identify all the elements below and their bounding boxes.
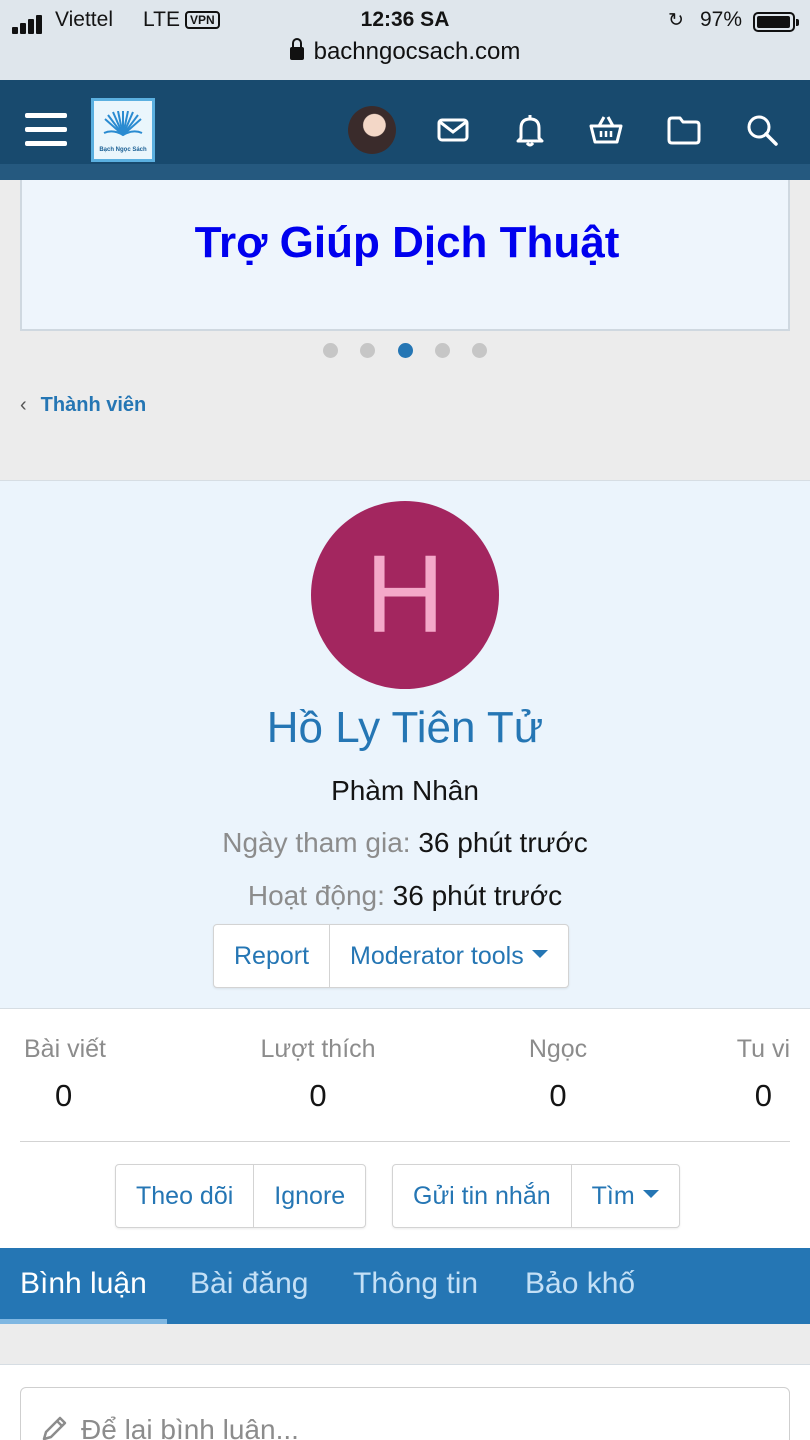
stat-label: Tu vi	[736, 1035, 790, 1063]
breadcrumb[interactable]: ‹ Thành viên	[20, 394, 146, 417]
carousel-dot-active[interactable]	[397, 343, 413, 358]
profile-username[interactable]: Hồ Ly Tiên Tử	[0, 703, 810, 753]
banner-title: Trợ Giúp Dịch Thuật	[194, 218, 620, 267]
url-text: bachngocsach.com	[313, 38, 521, 65]
send-message-button[interactable]: Gửi tin nhắn	[393, 1165, 571, 1227]
book-icon	[103, 111, 143, 137]
active-value: 36 phút trước	[392, 880, 563, 911]
menu-icon[interactable]	[25, 113, 67, 147]
carousel-dot[interactable]	[322, 343, 338, 358]
profile-header: H Hồ Ly Tiên Tử Phàm Nhân Ngày tham gia:…	[0, 480, 810, 1008]
active-label: Hoạt động:	[247, 880, 385, 911]
comment-placeholder: Để lại bình luận...	[81, 1414, 299, 1440]
status-bar: Viettel LTE VPN 12:36 SA ↻ 97% bachngocs…	[0, 0, 810, 80]
joined-label: Ngày tham gia:	[222, 827, 411, 858]
stat-label: Ngọc	[528, 1035, 588, 1063]
profile-tabs: Bình luận Bài đăng Thông tin Bảo khố	[0, 1248, 810, 1324]
stat-label: Bài viết	[24, 1035, 106, 1063]
stat-value: 0	[549, 1078, 567, 1113]
user-avatar[interactable]	[348, 106, 396, 154]
battery-icon	[753, 12, 799, 32]
carousel-dot[interactable]	[434, 343, 450, 358]
address-bar[interactable]: bachngocsach.com	[0, 38, 810, 66]
message-find-group: Gửi tin nhắn Tìm	[392, 1164, 680, 1228]
basket-icon[interactable]	[588, 112, 624, 148]
lock-icon	[289, 38, 304, 60]
divider	[20, 1141, 790, 1142]
breadcrumb-label: Thành viên	[40, 394, 147, 416]
caret-down-icon	[642, 1190, 659, 1199]
stat-value: 0	[55, 1078, 73, 1113]
stat-cultivation: Tu vi 0	[720, 1035, 790, 1114]
ignore-button[interactable]: Ignore	[253, 1165, 365, 1227]
promo-banner[interactable]: Trợ Giúp Dịch Thuật	[20, 180, 790, 331]
profile-avatar[interactable]: H	[311, 501, 499, 689]
comment-input[interactable]: Để lại bình luận...	[20, 1387, 790, 1440]
logo-text: Bạch Ngọc Sách	[99, 147, 147, 153]
stat-value: 0	[754, 1078, 772, 1113]
folder-icon[interactable]	[666, 112, 702, 148]
navbar-shadow	[0, 164, 810, 180]
stat-label: Lượt thích	[260, 1035, 376, 1063]
find-button[interactable]: Tìm	[570, 1165, 679, 1227]
profile-action-group: Report Moderator tools	[213, 924, 569, 988]
pencil-icon	[42, 1416, 67, 1440]
carousel-dot[interactable]	[472, 343, 488, 358]
battery-percent: 97%	[700, 8, 743, 31]
profile-rank: Phàm Nhân	[331, 775, 479, 806]
follow-button[interactable]: Theo dõi	[116, 1165, 253, 1227]
stat-value: 0	[309, 1078, 327, 1113]
stat-gems: Ngọc 0	[510, 1035, 606, 1114]
tab-treasury[interactable]: Bảo khố	[525, 1248, 635, 1324]
comment-section: Để lại bình luận...	[0, 1364, 810, 1440]
tab-info[interactable]: Thông tin	[353, 1248, 478, 1324]
bell-icon[interactable]	[512, 112, 548, 148]
report-button[interactable]: Report	[214, 925, 329, 987]
moderator-tools-label: Moderator tools	[350, 942, 524, 970]
chevron-left-icon: ‹	[20, 394, 27, 416]
find-label: Tìm	[591, 1182, 635, 1210]
active-info: Hoạt động: 36 phút trước	[0, 880, 810, 912]
carousel-dot[interactable]	[360, 343, 376, 358]
stat-likes: Lượt thích 0	[250, 1035, 386, 1114]
tab-posts[interactable]: Bài đăng	[190, 1248, 308, 1324]
joined-info: Ngày tham gia: 36 phút trước	[0, 827, 810, 859]
tab-comments[interactable]: Bình luận	[0, 1248, 167, 1324]
stat-posts: Bài viết 0	[20, 1035, 110, 1114]
profile-stats: Bài viết 0 Lượt thích 0 Ngọc 0 Tu vi 0 T…	[0, 1008, 810, 1248]
joined-value: 36 phút trước	[418, 827, 588, 858]
mail-icon[interactable]	[435, 112, 471, 148]
carousel-dots	[0, 343, 810, 359]
caret-down-icon	[531, 950, 548, 959]
orientation-lock-icon: ↻	[668, 10, 684, 31]
status-time: 12:36 SA	[360, 8, 450, 31]
follow-ignore-group: Theo dõi Ignore	[115, 1164, 367, 1228]
site-logo[interactable]: Bạch Ngọc Sách	[91, 98, 155, 162]
search-icon[interactable]	[744, 112, 780, 148]
moderator-tools-button[interactable]: Moderator tools	[329, 925, 568, 987]
